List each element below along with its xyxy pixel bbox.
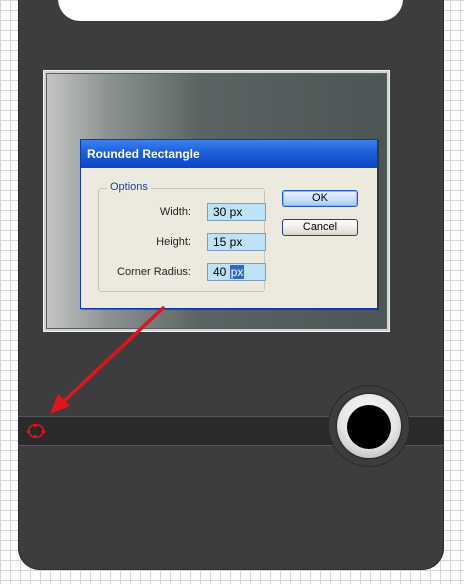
red-arrow-icon [50,306,165,414]
